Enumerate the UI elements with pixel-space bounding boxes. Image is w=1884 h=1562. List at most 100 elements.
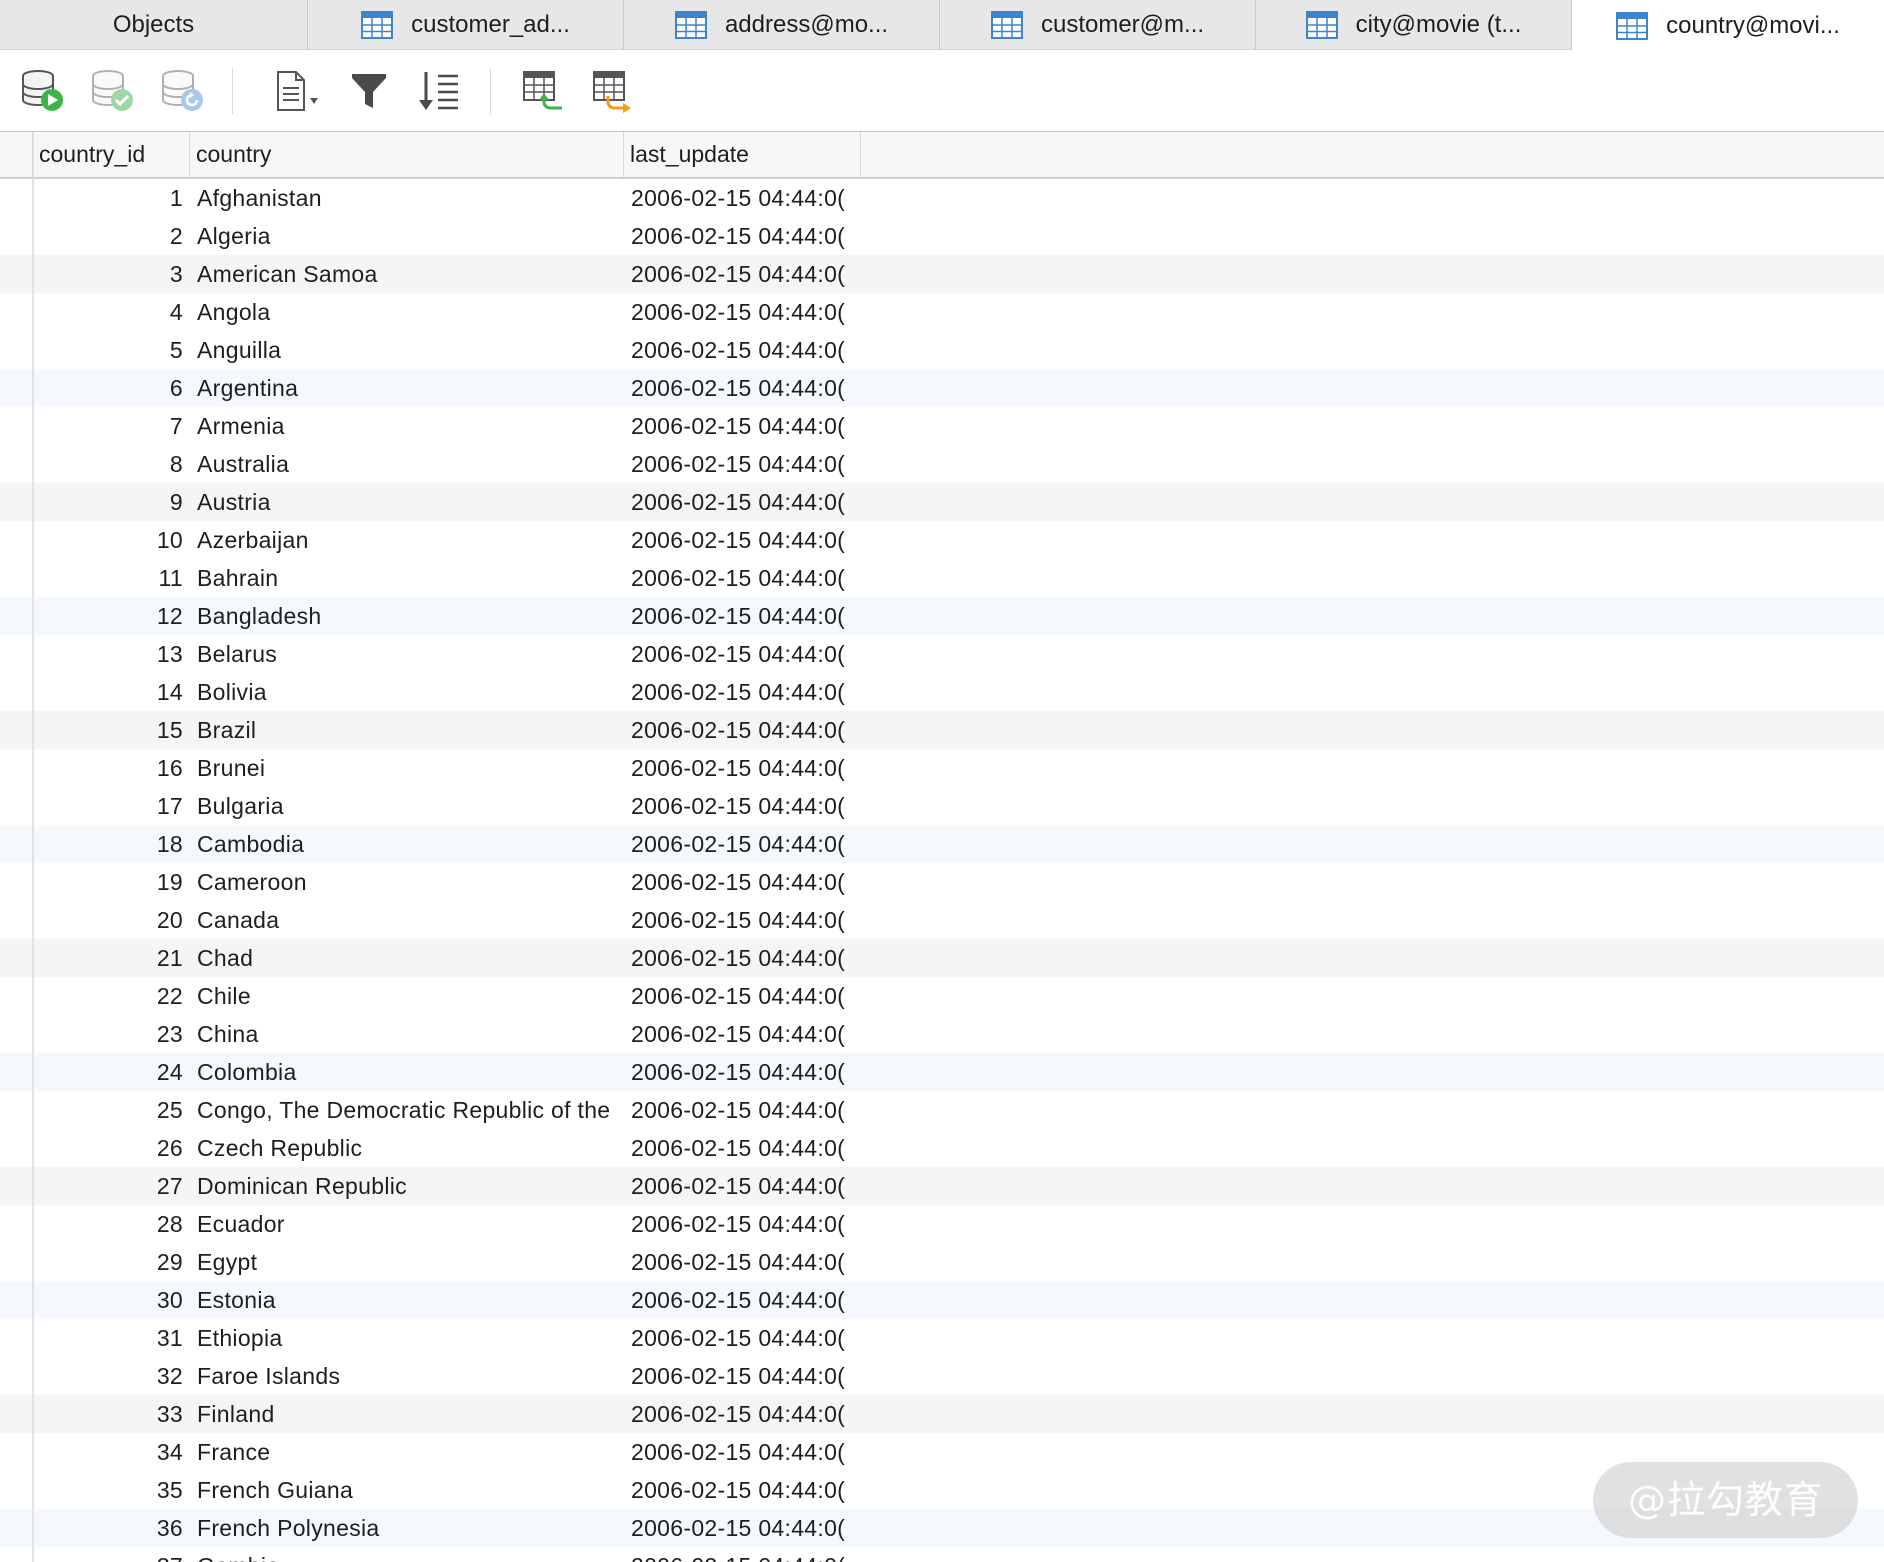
row-selector[interactable]	[0, 825, 33, 863]
cell-country[interactable]: China	[197, 1015, 617, 1053]
cell-last-update[interactable]: 2006-02-15 04:44:0(	[631, 711, 857, 749]
row-selector[interactable]	[0, 1433, 33, 1471]
row-selector[interactable]	[0, 369, 33, 407]
cell-country[interactable]: French Polynesia	[197, 1509, 617, 1547]
cell-country-id[interactable]: 25	[33, 1091, 183, 1129]
cell-country[interactable]: Australia	[197, 445, 617, 483]
row-selector[interactable]	[0, 1091, 33, 1129]
row-selector[interactable]	[0, 1243, 33, 1281]
cell-country[interactable]: Chile	[197, 977, 617, 1015]
table-row[interactable]: 32 Faroe Islands 2006-02-15 04:44:0(	[0, 1357, 1884, 1395]
cell-country-id[interactable]: 12	[33, 597, 183, 635]
table-row[interactable]: 20 Canada 2006-02-15 04:44:0(	[0, 901, 1884, 939]
tab-country[interactable]: country@movi...	[1572, 0, 1884, 51]
cell-country-id[interactable]: 32	[33, 1357, 183, 1395]
cell-last-update[interactable]: 2006-02-15 04:44:0(	[631, 1471, 857, 1509]
cell-country-id[interactable]: 37	[33, 1547, 183, 1562]
cell-last-update[interactable]: 2006-02-15 04:44:0(	[631, 1243, 857, 1281]
cell-country-id[interactable]: 30	[33, 1281, 183, 1319]
cell-last-update[interactable]: 2006-02-15 04:44:0(	[631, 901, 857, 939]
row-selector[interactable]	[0, 711, 33, 749]
cell-last-update[interactable]: 2006-02-15 04:44:0(	[631, 407, 857, 445]
row-selector[interactable]	[0, 1129, 33, 1167]
cell-country[interactable]: Dominican Republic	[197, 1167, 617, 1205]
cell-last-update[interactable]: 2006-02-15 04:44:0(	[631, 255, 857, 293]
cell-country[interactable]: Ethiopia	[197, 1319, 617, 1357]
table-row[interactable]: 22 Chile 2006-02-15 04:44:0(	[0, 977, 1884, 1015]
table-row[interactable]: 18 Cambodia 2006-02-15 04:44:0(	[0, 825, 1884, 863]
cell-last-update[interactable]: 2006-02-15 04:44:0(	[631, 939, 857, 977]
rollback-button[interactable]	[156, 66, 208, 116]
table-row[interactable]: 8 Australia 2006-02-15 04:44:0(	[0, 445, 1884, 483]
cell-country[interactable]: Bolivia	[197, 673, 617, 711]
row-selector[interactable]	[0, 1281, 33, 1319]
cell-last-update[interactable]: 2006-02-15 04:44:0(	[631, 331, 857, 369]
row-selector[interactable]	[0, 293, 33, 331]
cell-last-update[interactable]: 2006-02-15 04:44:0(	[631, 1433, 857, 1471]
cell-country[interactable]: Bahrain	[197, 559, 617, 597]
cell-country-id[interactable]: 21	[33, 939, 183, 977]
cell-last-update[interactable]: 2006-02-15 04:44:0(	[631, 293, 857, 331]
cell-country[interactable]: Chad	[197, 939, 617, 977]
cell-last-update[interactable]: 2006-02-15 04:44:0(	[631, 217, 857, 255]
cell-country-id[interactable]: 15	[33, 711, 183, 749]
cell-last-update[interactable]: 2006-02-15 04:44:0(	[631, 1281, 857, 1319]
cell-country[interactable]: Ecuador	[197, 1205, 617, 1243]
cell-country-id[interactable]: 5	[33, 331, 183, 369]
cell-country-id[interactable]: 17	[33, 787, 183, 825]
cell-last-update[interactable]: 2006-02-15 04:44:0(	[631, 179, 857, 217]
row-selector[interactable]	[0, 1357, 33, 1395]
cell-country[interactable]: Egypt	[197, 1243, 617, 1281]
cell-last-update[interactable]: 2006-02-15 04:44:0(	[631, 1319, 857, 1357]
row-selector[interactable]	[0, 559, 33, 597]
cell-country-id[interactable]: 1	[33, 179, 183, 217]
table-row[interactable]: 16 Brunei 2006-02-15 04:44:0(	[0, 749, 1884, 787]
cell-country-id[interactable]: 11	[33, 559, 183, 597]
cell-last-update[interactable]: 2006-02-15 04:44:0(	[631, 673, 857, 711]
row-selector[interactable]	[0, 407, 33, 445]
row-selector[interactable]	[0, 1471, 33, 1509]
cell-last-update[interactable]: 2006-02-15 04:44:0(	[631, 1015, 857, 1053]
table-row[interactable]: 26 Czech Republic 2006-02-15 04:44:0(	[0, 1129, 1884, 1167]
filter-button[interactable]	[344, 66, 396, 116]
cell-country[interactable]: Cambodia	[197, 825, 617, 863]
row-selector[interactable]	[0, 331, 33, 369]
cell-country[interactable]: Finland	[197, 1395, 617, 1433]
cell-last-update[interactable]: 2006-02-15 04:44:0(	[631, 1395, 857, 1433]
row-selector[interactable]	[0, 1167, 33, 1205]
cell-country-id[interactable]: 16	[33, 749, 183, 787]
cell-country[interactable]: Anguilla	[197, 331, 617, 369]
table-row[interactable]: 9 Austria 2006-02-15 04:44:0(	[0, 483, 1884, 521]
begin-transaction-button[interactable]	[16, 66, 68, 116]
table-row[interactable]: 21 Chad 2006-02-15 04:44:0(	[0, 939, 1884, 977]
row-selector[interactable]	[0, 673, 33, 711]
table-row[interactable]: 17 Bulgaria 2006-02-15 04:44:0(	[0, 787, 1884, 825]
row-selector[interactable]	[0, 1015, 33, 1053]
cell-country-id[interactable]: 29	[33, 1243, 183, 1281]
cell-country[interactable]: France	[197, 1433, 617, 1471]
cell-last-update[interactable]: 2006-02-15 04:44:0(	[631, 1129, 857, 1167]
tab-customer[interactable]: customer@m...	[940, 0, 1256, 50]
cell-country[interactable]: Argentina	[197, 369, 617, 407]
tab-address[interactable]: address@mo...	[624, 0, 940, 50]
cell-country[interactable]: Congo, The Democratic Republic of the	[197, 1091, 617, 1129]
cell-country-id[interactable]: 4	[33, 293, 183, 331]
cell-last-update[interactable]: 2006-02-15 04:44:0(	[631, 825, 857, 863]
row-selector[interactable]	[0, 445, 33, 483]
cell-country-id[interactable]: 28	[33, 1205, 183, 1243]
table-row[interactable]: 15 Brazil 2006-02-15 04:44:0(	[0, 711, 1884, 749]
table-row[interactable]: 34 France 2006-02-15 04:44:0(	[0, 1433, 1884, 1471]
tab-city[interactable]: city@movie (t...	[1256, 0, 1572, 50]
cell-country-id[interactable]: 35	[33, 1471, 183, 1509]
table-row[interactable]: 4 Angola 2006-02-15 04:44:0(	[0, 293, 1884, 331]
table-row[interactable]: 19 Cameroon 2006-02-15 04:44:0(	[0, 863, 1884, 901]
cell-last-update[interactable]: 2006-02-15 04:44:0(	[631, 445, 857, 483]
cell-last-update[interactable]: 2006-02-15 04:44:0(	[631, 369, 857, 407]
column-header-last-update[interactable]: last_update	[624, 132, 861, 177]
row-selector[interactable]	[0, 1547, 33, 1562]
cell-last-update[interactable]: 2006-02-15 04:44:0(	[631, 597, 857, 635]
cell-country-id[interactable]: 2	[33, 217, 183, 255]
cell-last-update[interactable]: 2006-02-15 04:44:0(	[631, 977, 857, 1015]
cell-country[interactable]: Austria	[197, 483, 617, 521]
cell-country[interactable]: American Samoa	[197, 255, 617, 293]
